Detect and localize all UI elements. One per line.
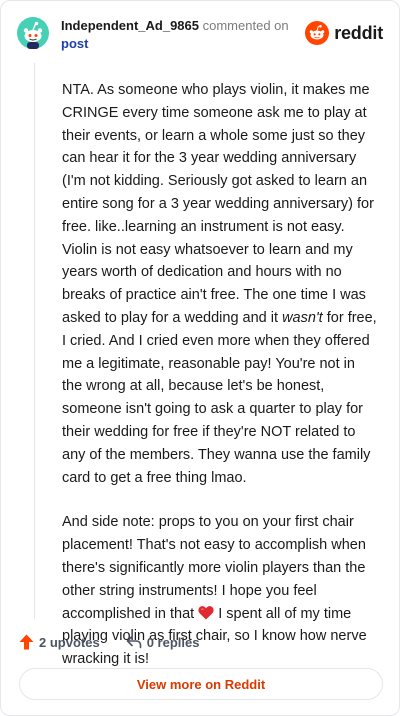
reply-count: 0 replies bbox=[146, 634, 200, 650]
comment-body: NTA. As someone who plays violin, it mak… bbox=[62, 79, 378, 693]
reddit-logo-icon bbox=[305, 21, 330, 45]
comment-actions: 2 upvotes 0 replies bbox=[19, 634, 199, 650]
thread-line bbox=[34, 63, 35, 619]
reddit-wordmark: reddit bbox=[334, 22, 383, 43]
reply-arrow-icon bbox=[126, 635, 141, 649]
avatar-snoo-icon[interactable] bbox=[17, 17, 49, 49]
comment-meta: Independent_Ad_9865 commented on post bbox=[61, 17, 301, 53]
view-more-button[interactable]: View more on Reddit bbox=[19, 668, 383, 700]
reply-button[interactable]: 0 replies bbox=[126, 634, 200, 650]
red-heart-emoji-icon bbox=[198, 605, 214, 620]
upvote-arrow-icon bbox=[19, 634, 34, 650]
reddit-brand[interactable]: reddit bbox=[305, 21, 383, 45]
comment-paragraph: NTA. As someone who plays violin, it mak… bbox=[62, 82, 377, 486]
post-link[interactable]: post bbox=[61, 36, 88, 51]
author-name[interactable]: Independent_Ad_9865 bbox=[61, 18, 199, 33]
comment-header: Independent_Ad_9865 commented on post re… bbox=[17, 15, 383, 55]
comment-card: Independent_Ad_9865 commented on post re… bbox=[0, 0, 400, 716]
commented-on-text: commented on bbox=[202, 18, 289, 33]
upvote-count: 2 upvotes bbox=[39, 634, 100, 650]
upvote-button[interactable]: 2 upvotes bbox=[19, 634, 100, 650]
emphasis-text: wasn't bbox=[282, 309, 323, 326]
